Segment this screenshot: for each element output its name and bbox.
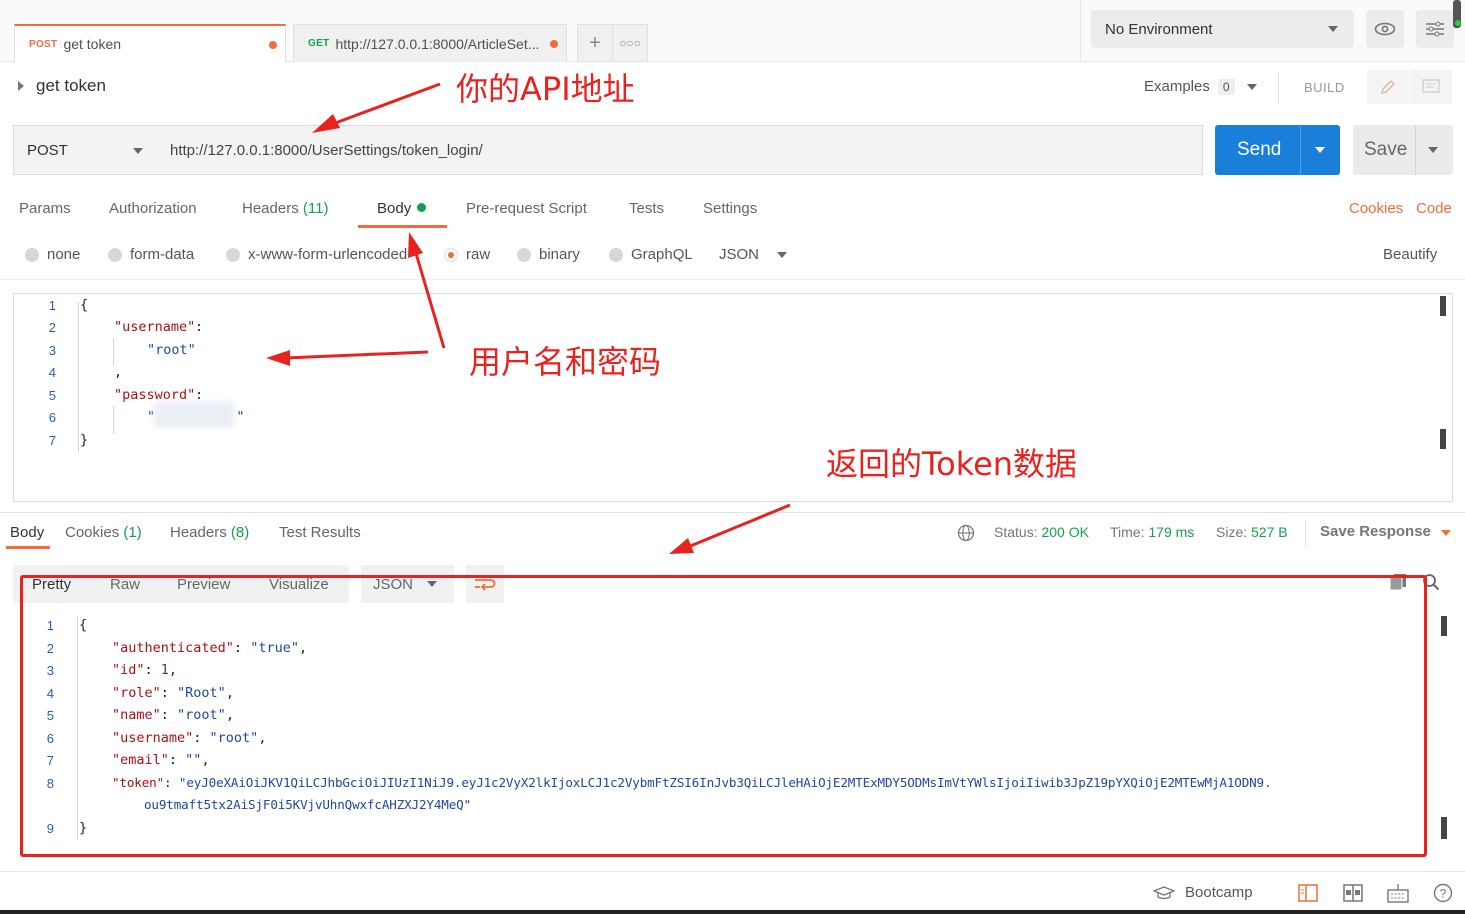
window-bottom-edge [0,910,1465,914]
split-view-button[interactable] [1343,884,1363,906]
annotation-token-data: 返回的Token数据 [826,445,1078,483]
two-pane-view-button[interactable] [1298,884,1318,906]
bootcamp-button[interactable]: Bootcamp [1153,884,1253,901]
keyboard-shortcuts-button[interactable] [1387,883,1409,907]
help-icon: ? [1433,883,1453,903]
annotation-api-address: 你的API地址 [456,70,635,108]
keyboard-icon [1387,884,1409,903]
svg-text:?: ? [1440,887,1447,901]
graduation-cap-icon [1153,885,1175,899]
grid-icon [1343,884,1363,902]
annotation-credentials: 用户名和密码 [469,343,662,381]
bootcamp-label: Bootcamp [1185,884,1253,901]
status-bar: Bootcamp ? [0,871,1465,914]
layout-columns-icon [1298,884,1318,902]
annotation-arrows [266,82,791,554]
help-button[interactable]: ? [1433,883,1453,907]
